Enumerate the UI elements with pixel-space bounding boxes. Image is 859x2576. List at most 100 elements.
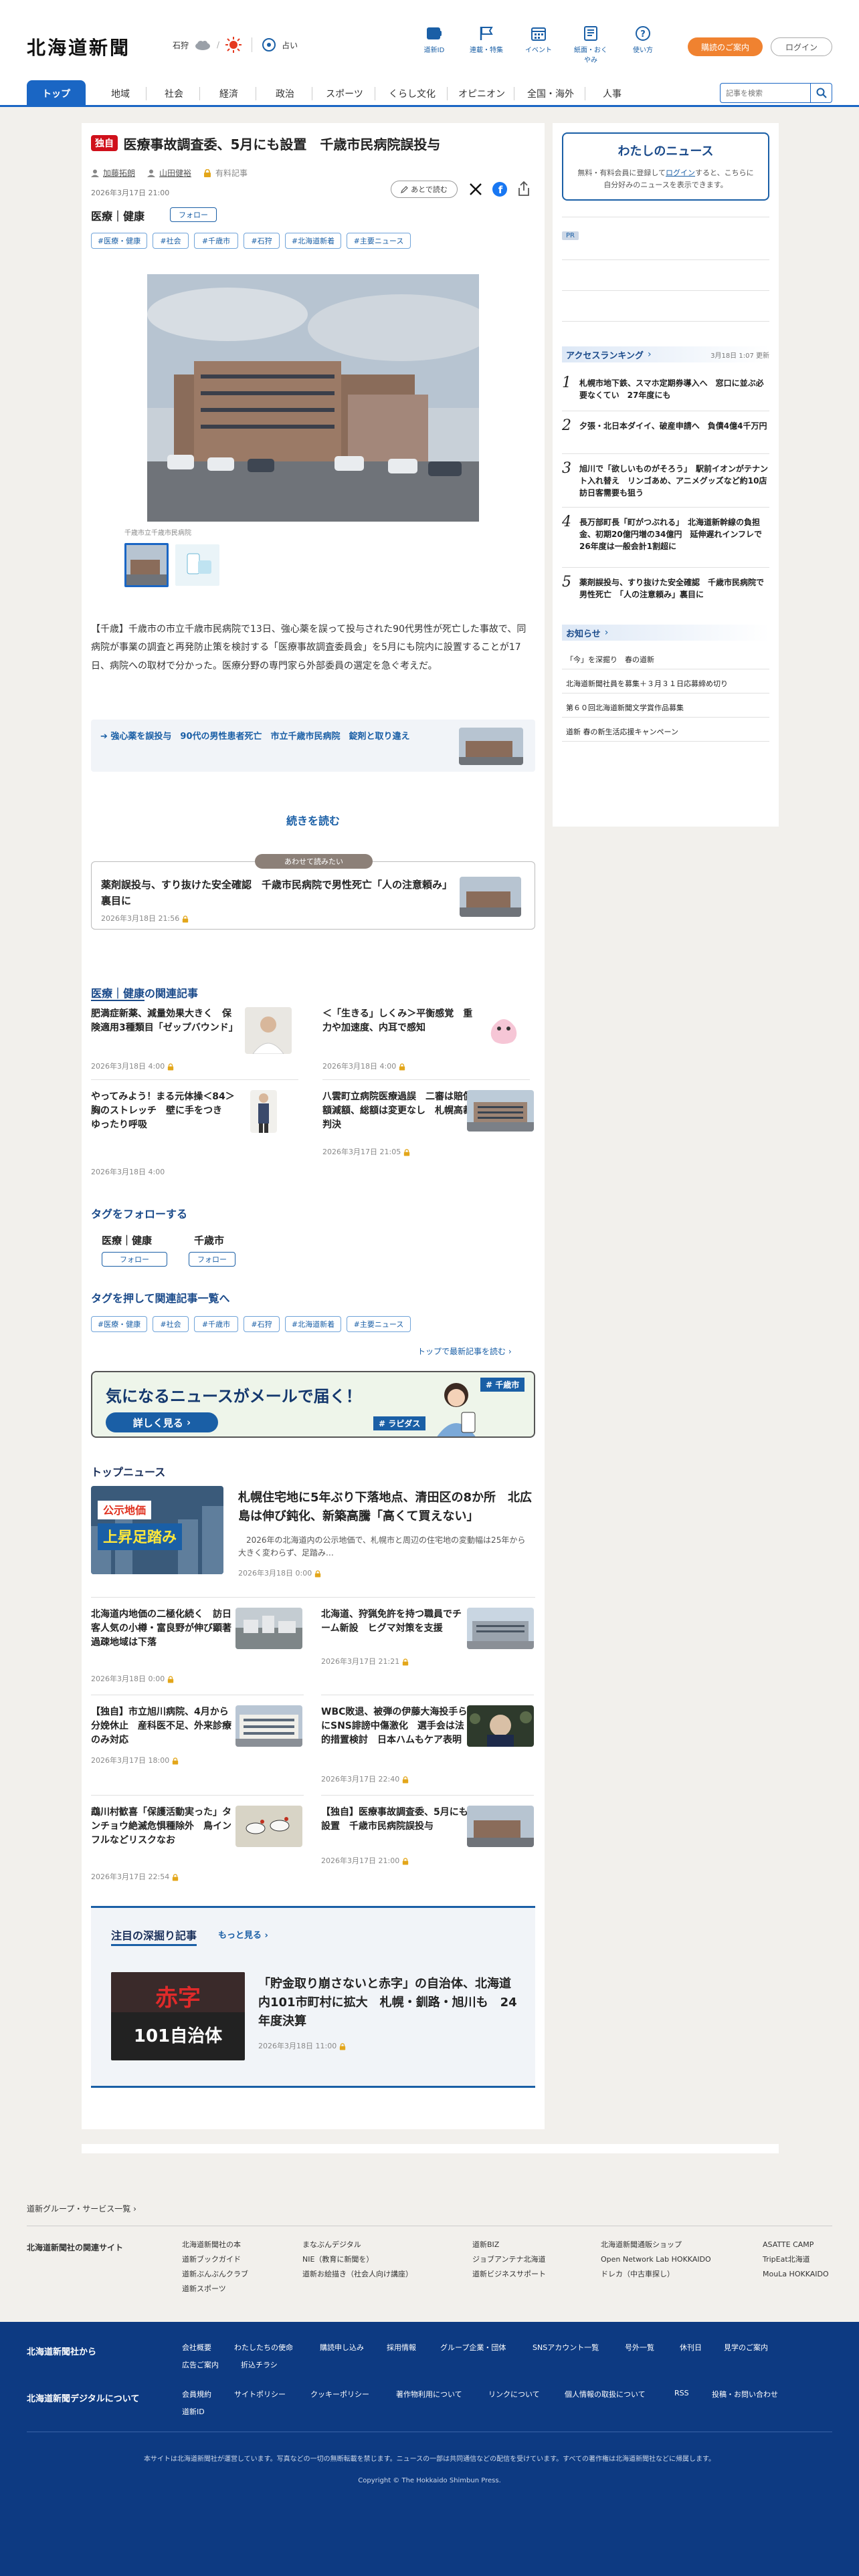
top-news-thumb[interactable] (467, 1608, 534, 1649)
tag-chip[interactable]: #主要ニュース (347, 233, 411, 249)
footer-link[interactable]: 広告ご案内 (182, 2359, 219, 2370)
nav-doshin-id[interactable]: 道新ID (415, 25, 454, 54)
notice-item[interactable]: 北海道新聞社員を募集＋３月３１日応募締め切り (566, 678, 728, 689)
footer-link[interactable]: 北海道新聞社の本 (182, 2238, 248, 2252)
related-article-thumb[interactable] (250, 1090, 277, 1133)
top-news-lead-title[interactable]: 札幌住宅地に5年ぶり下落地点、清田区の8か所 北広島は伸び鈍化、新築高騰「高くて… (238, 1489, 533, 1526)
footer-link[interactable]: わたしたちの使命 (234, 2342, 293, 2353)
nav-paper[interactable]: 紙面・おくやみ (571, 25, 610, 64)
tag-chip[interactable]: #医療・健康 (91, 233, 147, 249)
top-news-thumb[interactable] (235, 1705, 302, 1747)
mail-banner-button[interactable]: 詳しく見る › (106, 1412, 218, 1432)
footer-link[interactable]: 投稿・お問い合わせ (712, 2389, 778, 2399)
weather-widget[interactable]: 石狩 / 占い (173, 36, 298, 53)
ranking-item[interactable]: 旭川で「欲しいものがそろう」 駅前イオンがテナント入れ替え リンゴあめ、アニメグ… (579, 463, 775, 499)
gnav-tab-politics[interactable]: 政治 (258, 80, 312, 107)
gnav-tab-personnel[interactable]: 人事 (587, 80, 637, 107)
footer-link[interactable]: MouLa HOKKAIDO (763, 2267, 829, 2282)
latest-articles-link[interactable]: トップで最新記事を読む › (417, 1346, 512, 1357)
footer-link[interactable]: Open Network Lab HOKKAIDO (601, 2252, 711, 2267)
top-news-title-item[interactable]: 北海道内地価の二極化続く 訪日客人気の小樽・富良野が伸び顕著 過疎地域は下落 (91, 1608, 241, 1650)
footer-link[interactable]: 個人情報の取扱について (565, 2389, 646, 2399)
article-category[interactable]: 医療｜健康 (91, 207, 145, 223)
ranking-title[interactable]: アクセスランキング (566, 348, 644, 361)
footer-link[interactable]: 号外一覧 (625, 2342, 654, 2353)
footer-link[interactable]: 折込チラシ (241, 2359, 278, 2370)
follow-tag-name[interactable]: 医療｜健康 (102, 1233, 152, 1247)
follow-tag-button[interactable]: フォロー (189, 1252, 235, 1267)
follow-tag-button[interactable]: フォロー (102, 1252, 167, 1267)
footer-link[interactable]: 道新スポーツ (182, 2282, 248, 2296)
nav-events[interactable]: イベント (519, 25, 558, 54)
footer-link[interactable]: 道新ID (182, 2406, 205, 2417)
notice-item[interactable]: 「今」を深掘り 春の道新 (566, 654, 654, 665)
photo-thumb[interactable] (175, 544, 219, 586)
related-article-title[interactable]: 八雲町立病院医療過誤 二審は賠償額減額、総額は変更なし 札幌高裁判決 (322, 1090, 474, 1132)
mail-banner[interactable]: 気になるニュースがメールで届く！ 詳しく見る › # ラピダス # 千歳市 (91, 1371, 535, 1438)
footer-link[interactable]: グループ企業・団体 (440, 2342, 506, 2353)
subscribe-button[interactable]: 購読のご案内 (688, 37, 763, 56)
related-article-thumb[interactable] (467, 1090, 534, 1132)
related-link-box[interactable]: ➔ 強心薬を誤投与 90代の男性患者死亡 市立千歳市民病院 錠剤と取り違え (91, 720, 535, 772)
gnav-tab-sports[interactable]: スポーツ (314, 80, 375, 107)
gnav-tab-national[interactable]: 全国・海外 (516, 80, 585, 107)
footer-link[interactable]: SNSアカウント一覧 (533, 2342, 599, 2353)
footer-link[interactable]: リンクについて (488, 2389, 540, 2399)
ranking-item[interactable]: 薬剤誤投与、すり抜けた安全確認 千歳市民病院で男性死亡 「人の注意頼み」裏目に (579, 576, 769, 601)
tag-chip[interactable]: #北海道新着 (285, 233, 341, 249)
login-button[interactable]: ログイン (771, 37, 832, 56)
footer-link[interactable]: 会社概要 (182, 2342, 211, 2353)
footer-link[interactable]: RSS (674, 2389, 689, 2397)
my-news-login-link[interactable]: ログイン (666, 169, 695, 177)
photo-thumb-selected[interactable] (124, 543, 169, 587)
related-article-thumb[interactable] (480, 1007, 527, 1054)
tag-chip[interactable]: #石狩 (244, 233, 280, 249)
footer-link[interactable]: 著作物利用について (396, 2389, 462, 2399)
top-news-title-item[interactable]: 【独自】市立旭川病院、4月から分娩休止 産科医不足、外来診療のみ対応 (91, 1705, 231, 1747)
top-news-thumb[interactable] (235, 1608, 302, 1649)
author-link[interactable]: 山田健裕 (159, 167, 191, 179)
footer-link[interactable]: 購読申し込み (320, 2342, 364, 2353)
footer-link[interactable]: 見学のご案内 (724, 2342, 768, 2353)
also-read-box[interactable]: あわせて読みたい 薬剤誤投与、すり抜けた安全確認 千歳市民病院で男性死亡「人の注… (91, 854, 535, 930)
top-news-title-item[interactable]: 北海道、狩猟免許を持つ職員でチーム新設 ヒグマ対策を支援 (321, 1608, 468, 1636)
gnav-tab-top[interactable]: トップ (27, 80, 86, 107)
search-input[interactable] (721, 84, 807, 102)
follow-tag-name[interactable]: 千歳市 (194, 1233, 224, 1247)
nav-help[interactable]: ? 使い方 (624, 25, 662, 54)
gnav-tab-life[interactable]: くらし文化 (377, 80, 447, 107)
site-logo[interactable]: 北海道新聞 (27, 33, 130, 60)
related-article-title[interactable]: やってみよう！まる元体操＜84＞胸のストレッチ 壁に手をつき ゆったり呼吸 (91, 1090, 238, 1132)
footer-link[interactable]: 北海道新聞通販ショップ (601, 2238, 711, 2252)
top-news-title-item[interactable]: 【独自】医療事故調査委、5月にも設置 千歳市民病院誤投与 (321, 1806, 468, 1834)
ranking-item[interactable]: 長万部町長「町がつぶれる」 北海道新幹線の負担金、初期20億円増の34億円 延伸… (579, 516, 770, 552)
search-button[interactable] (810, 84, 832, 102)
deep-dive-more-link[interactable]: もっと見る › (218, 1928, 268, 1941)
top-news-thumb[interactable] (467, 1806, 534, 1847)
footer-link[interactable]: ジョブアンテナ北海道 (472, 2252, 546, 2267)
related-article-title[interactable]: 肥満症新薬、減量効果大きく 保険適用3種類目「ゼップバウンド」 (91, 1007, 238, 1035)
share-icon[interactable] (516, 181, 531, 197)
footer-link[interactable]: 会員規約 (182, 2389, 211, 2399)
notice-item[interactable]: 道新 春の新生活応援キャンペーン (566, 726, 678, 737)
deep-dive-thumb[interactable]: 赤字 101自治体 (111, 1972, 245, 2060)
tag-chip[interactable]: #社会 (153, 233, 189, 249)
footer-link[interactable]: NIE（教育に新聞を） (302, 2252, 413, 2267)
tag-chip[interactable]: #千歳市 (194, 233, 238, 249)
gnav-tab-economy[interactable]: 経済 (202, 80, 256, 107)
footer-link[interactable]: 道新ビジネスサポート (472, 2267, 546, 2282)
nav-series[interactable]: 連載・特集 (467, 25, 506, 54)
footer-link[interactable]: ASATTE CAMP (763, 2238, 829, 2252)
footer-link[interactable]: 道新BIZ (472, 2238, 546, 2252)
ranking-item[interactable]: 夕張・北日本ダイイ、破産申請へ 負債4億4千万円 (579, 420, 769, 432)
follow-category-button[interactable]: フォロー (170, 207, 217, 222)
related-article-title[interactable]: ＜「生きる」しくみ＞平衡感覚 重力や加速度、内耳で感知 (322, 1007, 474, 1035)
gnav-tab-region[interactable]: 地域 (95, 80, 146, 107)
related-article-thumb[interactable] (245, 1007, 292, 1054)
tag-chip[interactable]: #北海道新着 (285, 1316, 341, 1332)
gnav-tab-society[interactable]: 社会 (149, 80, 199, 107)
tag-chip[interactable]: #社会 (153, 1316, 189, 1332)
footer-link[interactable]: 休刊日 (680, 2342, 702, 2353)
tag-chip[interactable]: #主要ニュース (347, 1316, 411, 1332)
footer-link[interactable]: 採用情報 (387, 2342, 416, 2353)
